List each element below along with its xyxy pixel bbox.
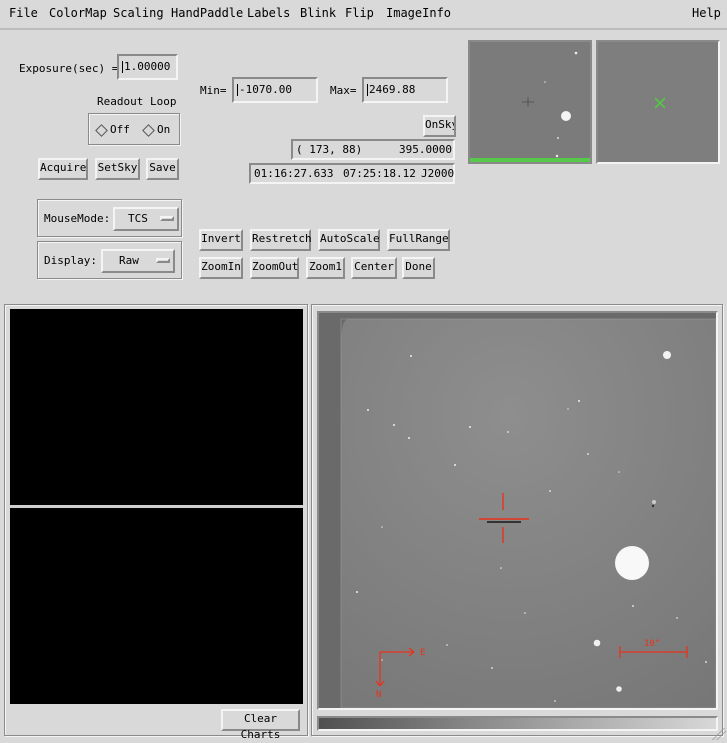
pixel-coords: ( 173, 88): [296, 143, 363, 156]
text-caret: [367, 84, 368, 96]
menu-imageinfo[interactable]: ImageInfo: [386, 6, 451, 20]
menu-scaling[interactable]: Scaling: [113, 6, 164, 20]
readout-on-radio[interactable]: On: [142, 123, 171, 137]
menu-bar: File ColorMap Scaling HandPaddle Labels …: [0, 0, 727, 30]
epoch-value: J2000: [421, 167, 455, 180]
colorbar[interactable]: [317, 716, 718, 731]
zoomin-button[interactable]: ZoomIn: [199, 257, 243, 279]
menu-labels[interactable]: Labels: [247, 6, 290, 20]
readout-off-radio[interactable]: Off: [95, 123, 130, 137]
max-label: Max=: [330, 84, 357, 97]
menu-blink[interactable]: Blink: [300, 6, 336, 20]
readout-on-label: On: [157, 123, 171, 136]
menu-colormap[interactable]: ColorMap: [49, 6, 107, 20]
menu-handpaddle[interactable]: HandPaddle: [171, 6, 243, 20]
restretch-button[interactable]: Restretch: [250, 229, 312, 251]
clear-charts-button[interactable]: Clear Charts: [221, 709, 300, 741]
readout-loop-label: Readout Loop: [97, 95, 177, 108]
text-caret: [237, 84, 238, 96]
zoom1-button[interactable]: Zoom1: [306, 257, 345, 279]
min-value: -1070.00: [239, 83, 292, 96]
radio-diamond-icon: [95, 123, 108, 137]
fullrange-button[interactable]: FullRange: [387, 229, 450, 251]
ra-value: 01:16:27.633: [254, 167, 334, 180]
menu-file[interactable]: File: [9, 6, 38, 20]
chart-bottom[interactable]: [10, 508, 303, 704]
min-input[interactable]: -1070.00: [232, 77, 318, 103]
menu-help[interactable]: Help: [692, 6, 721, 20]
exposure-label: Exposure(sec) =: [19, 62, 119, 75]
option-menu-icon: [156, 258, 170, 263]
chart-top[interactable]: [10, 309, 303, 505]
zoomout-button[interactable]: ZoomOut: [250, 257, 299, 279]
display-label: Display:: [44, 254, 97, 267]
text-caret: [122, 61, 123, 73]
zoom-thumbnail-2[interactable]: [596, 40, 720, 164]
mousemode-label: MouseMode:: [44, 212, 111, 225]
exposure-value: 1.00000: [124, 60, 171, 73]
display-select[interactable]: Raw: [101, 249, 175, 273]
acquire-button[interactable]: Acquire: [38, 158, 88, 180]
thumbnail-image: [598, 42, 718, 162]
option-menu-icon: [160, 216, 174, 221]
save-button[interactable]: Save: [146, 158, 179, 180]
center-button[interactable]: Center: [351, 257, 397, 279]
min-label: Min=: [200, 84, 227, 97]
exposure-input[interactable]: 1.00000: [117, 54, 178, 80]
mousemode-value: TCS: [128, 212, 148, 225]
main-image-display[interactable]: E N 10": [317, 311, 718, 710]
display-value: Raw: [119, 254, 139, 267]
radio-diamond-icon: [142, 123, 155, 137]
menu-flip[interactable]: Flip: [345, 6, 374, 20]
compass-east-label: E: [420, 648, 425, 658]
max-input[interactable]: 2469.88: [362, 77, 448, 103]
scale-bar-label: 10": [644, 639, 660, 649]
pixel-readout: ( 173, 88) 395.0000: [291, 139, 455, 160]
zoom-thumbnail[interactable]: [468, 40, 592, 164]
onsky-button[interactable]: OnSky: [423, 115, 456, 137]
done-button[interactable]: Done: [402, 257, 435, 279]
setsky-button[interactable]: SetSky: [95, 158, 140, 180]
sky-image: E N 10": [319, 313, 716, 708]
resize-grip-icon[interactable]: [712, 728, 726, 740]
invert-button[interactable]: Invert: [199, 229, 243, 251]
dec-value: 07:25:18.12: [343, 167, 416, 180]
compass-north-label: N: [376, 690, 381, 700]
pixel-value: 395.0000: [399, 143, 452, 156]
radec-readout: 01:16:27.633 07:25:18.12 J2000: [249, 163, 455, 184]
mousemode-select[interactable]: TCS: [113, 207, 179, 231]
readout-off-label: Off: [110, 123, 130, 136]
thumbnail-image: [470, 42, 590, 162]
autoscale-button[interactable]: AutoScale: [318, 229, 380, 251]
max-value: 2469.88: [369, 83, 416, 96]
